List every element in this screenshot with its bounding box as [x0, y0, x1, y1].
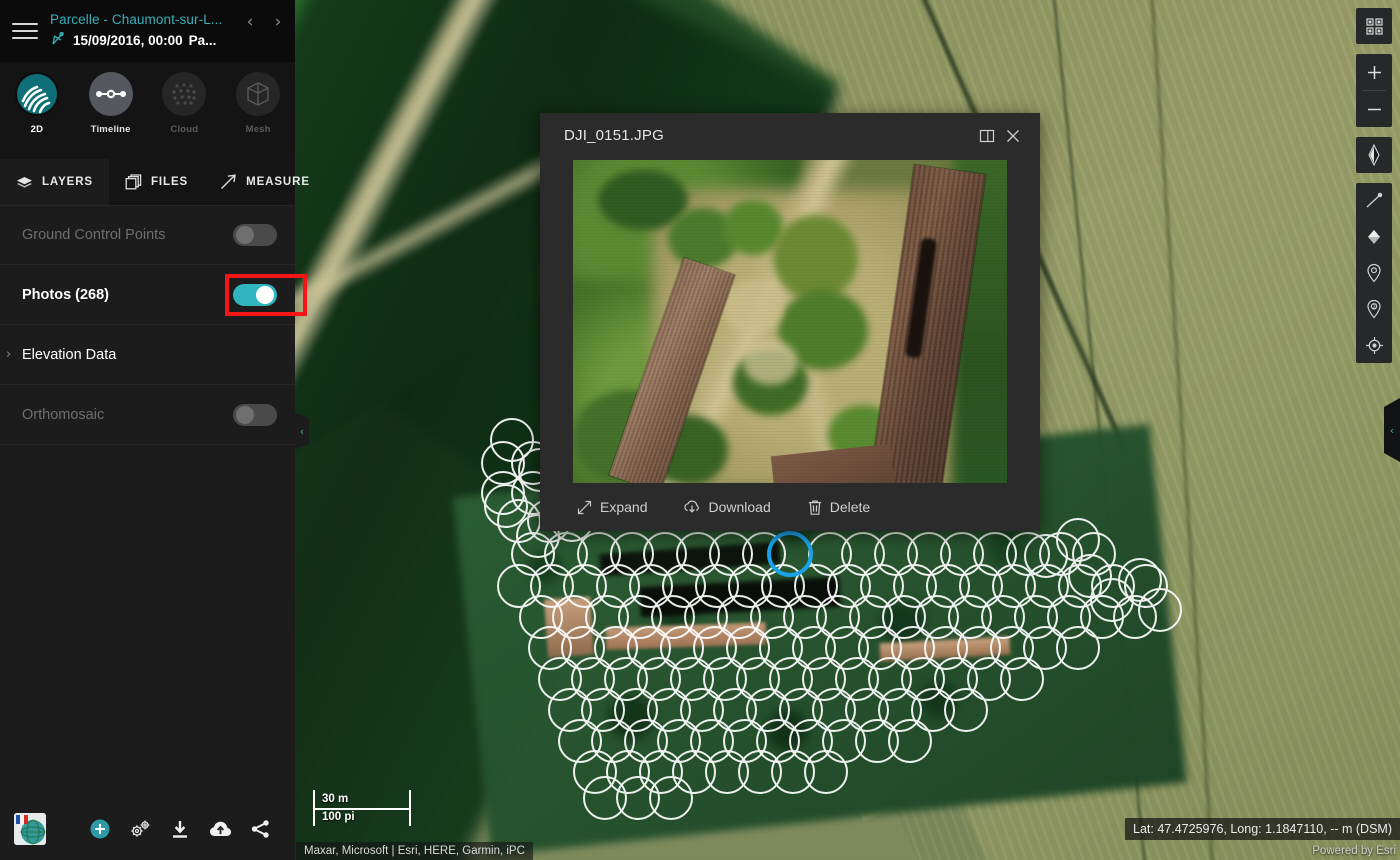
grid-squares-icon[interactable] [1356, 8, 1392, 44]
add-circle-icon[interactable] [88, 817, 112, 841]
map-coordinates-readout: Lat: 47.4725976, Long: 1.1847110, -- m (… [1125, 818, 1400, 840]
delete-label: Delete [829, 499, 871, 515]
layers-icon [16, 176, 33, 189]
svg-text:3: 3 [1373, 305, 1376, 311]
photo-dialog-title: DJI_0151.JPG [564, 127, 664, 144]
measure-icon [220, 174, 237, 190]
tab-layers-label: LAYERS [42, 176, 93, 188]
minus-icon[interactable] [1356, 91, 1392, 127]
map-attribution: Maxar, Microsoft | Esri, HERE, Garmin, i… [296, 842, 533, 860]
layer-row-elevation-data[interactable]: › Elevation Data [0, 325, 295, 385]
view-mode-switcher: 2D Timeline Cloud Mesh [0, 62, 295, 159]
measure-tools-group: 3 [1356, 183, 1392, 363]
tab-layers[interactable]: LAYERS [0, 159, 109, 205]
tab-measure-label: MEASURE [246, 176, 310, 188]
mode-cloud-label: Cloud [170, 124, 199, 135]
tab-files[interactable]: FILES [109, 159, 204, 205]
scalebar-imperial: 100 pi [322, 811, 355, 823]
compass-group [1356, 137, 1392, 173]
download-button[interactable]: Download [683, 499, 771, 516]
tab-measure[interactable]: MEASURE [204, 159, 326, 205]
layer-list: Ground Control Points Photos (268) › Ele… [0, 205, 307, 798]
plus-icon[interactable] [1356, 54, 1392, 90]
delete-button[interactable]: Delete [807, 499, 870, 516]
dataset-date: 15/09/2016, 00:00 [73, 32, 183, 48]
photo-dialog-header: DJI_0151.JPG [540, 113, 1040, 158]
layer-row-orthomosaic[interactable]: Orthomosaic [0, 385, 295, 445]
app-root: 30 m 100 pi Maxar, Microsoft | Esri, HER… [0, 0, 1400, 860]
close-icon[interactable] [1000, 123, 1026, 149]
mode-timeline-label: Timeline [90, 124, 131, 135]
dataset-nav: ‹ › [241, 14, 287, 32]
photos-toggle-highlight [225, 274, 307, 316]
map-scalebar: 30 m 100 pi [313, 790, 411, 826]
mesh-cube-icon [236, 72, 281, 116]
scalebar-metric: 30 m [322, 793, 349, 805]
map-pin-icon[interactable] [1356, 255, 1392, 291]
layer-toggle-orthomosaic[interactable] [233, 403, 277, 426]
compass-needle-icon[interactable] [1356, 137, 1392, 173]
sidebar-bottom-toolbar [0, 798, 295, 860]
right-panel-expand-handle[interactable]: ‹ [1384, 398, 1400, 462]
mode-mesh[interactable]: Mesh [221, 72, 295, 135]
crosshair-icon[interactable] [1356, 327, 1392, 363]
share-icon[interactable] [248, 817, 272, 841]
project-title[interactable]: Parcelle - Chaumont-sur-L... [50, 12, 255, 27]
area-measure-icon[interactable] [1356, 219, 1392, 255]
layer-toggle-ground-control-points[interactable] [233, 224, 277, 246]
left-panel-collapse-handle[interactable]: ‹ [295, 413, 309, 449]
drone-flight-icon [50, 30, 67, 51]
powered-by-label: Powered by Esri [1312, 845, 1396, 857]
layer-row-ground-control-points[interactable]: Ground Control Points [0, 205, 295, 265]
hamburger-icon[interactable] [8, 14, 42, 48]
point-cloud-icon [162, 72, 207, 116]
project-titlebar: Parcelle - Chaumont-sur-L... 15/09/2016,… [0, 0, 295, 62]
photo-preview-image[interactable] [573, 160, 1007, 483]
mode-2d-label: 2D [30, 124, 44, 135]
map-pin-numbered-icon[interactable]: 3 [1356, 291, 1392, 327]
map-tools-toolbar: 3 [1356, 8, 1392, 363]
photo-dialog-actions: Expand Download Delete [540, 483, 1040, 531]
panel-tabs: LAYERS FILES MEASURE [0, 159, 309, 205]
photo-preview-dialog: DJI_0151.JPG Expand Download Delete [540, 113, 1040, 531]
gears-icon[interactable] [128, 817, 152, 841]
files-icon [125, 174, 142, 190]
dataset-name-truncated: Pa... [188, 32, 217, 48]
expand-label: Expand [600, 499, 648, 515]
chevron-right-icon[interactable]: › [6, 347, 11, 362]
next-dataset-button[interactable]: › [269, 14, 287, 32]
fingerprint-map-icon [14, 72, 59, 116]
tab-files-label: FILES [151, 176, 189, 188]
sidebar-tool-icons [88, 817, 272, 841]
line-measure-icon[interactable] [1356, 183, 1392, 219]
layer-label: Orthomosaic [22, 406, 105, 423]
mode-timeline[interactable]: Timeline [74, 72, 148, 135]
mode-2d[interactable]: 2D [0, 72, 74, 135]
download-icon[interactable] [168, 817, 192, 841]
expand-button[interactable]: Expand [576, 499, 647, 516]
layer-label: Elevation Data [22, 346, 117, 363]
maximize-icon[interactable] [974, 123, 1000, 149]
basemap-group [1356, 8, 1392, 44]
layer-label: Photos (268) [22, 286, 110, 303]
download-label: Download [708, 499, 771, 515]
zoom-group [1356, 54, 1392, 127]
left-sidebar: Parcelle - Chaumont-sur-L... 15/09/2016,… [0, 0, 309, 860]
layer-label: Ground Control Points [22, 227, 166, 243]
layer-row-photos[interactable]: Photos (268) [0, 265, 307, 325]
mode-cloud[interactable]: Cloud [148, 72, 222, 135]
prev-dataset-button[interactable]: ‹ [241, 14, 259, 32]
basemap-thumbnail-button[interactable] [14, 813, 46, 845]
cloud-upload-icon[interactable] [208, 817, 232, 841]
mode-mesh-label: Mesh [245, 124, 271, 135]
timeline-icon [88, 72, 133, 116]
